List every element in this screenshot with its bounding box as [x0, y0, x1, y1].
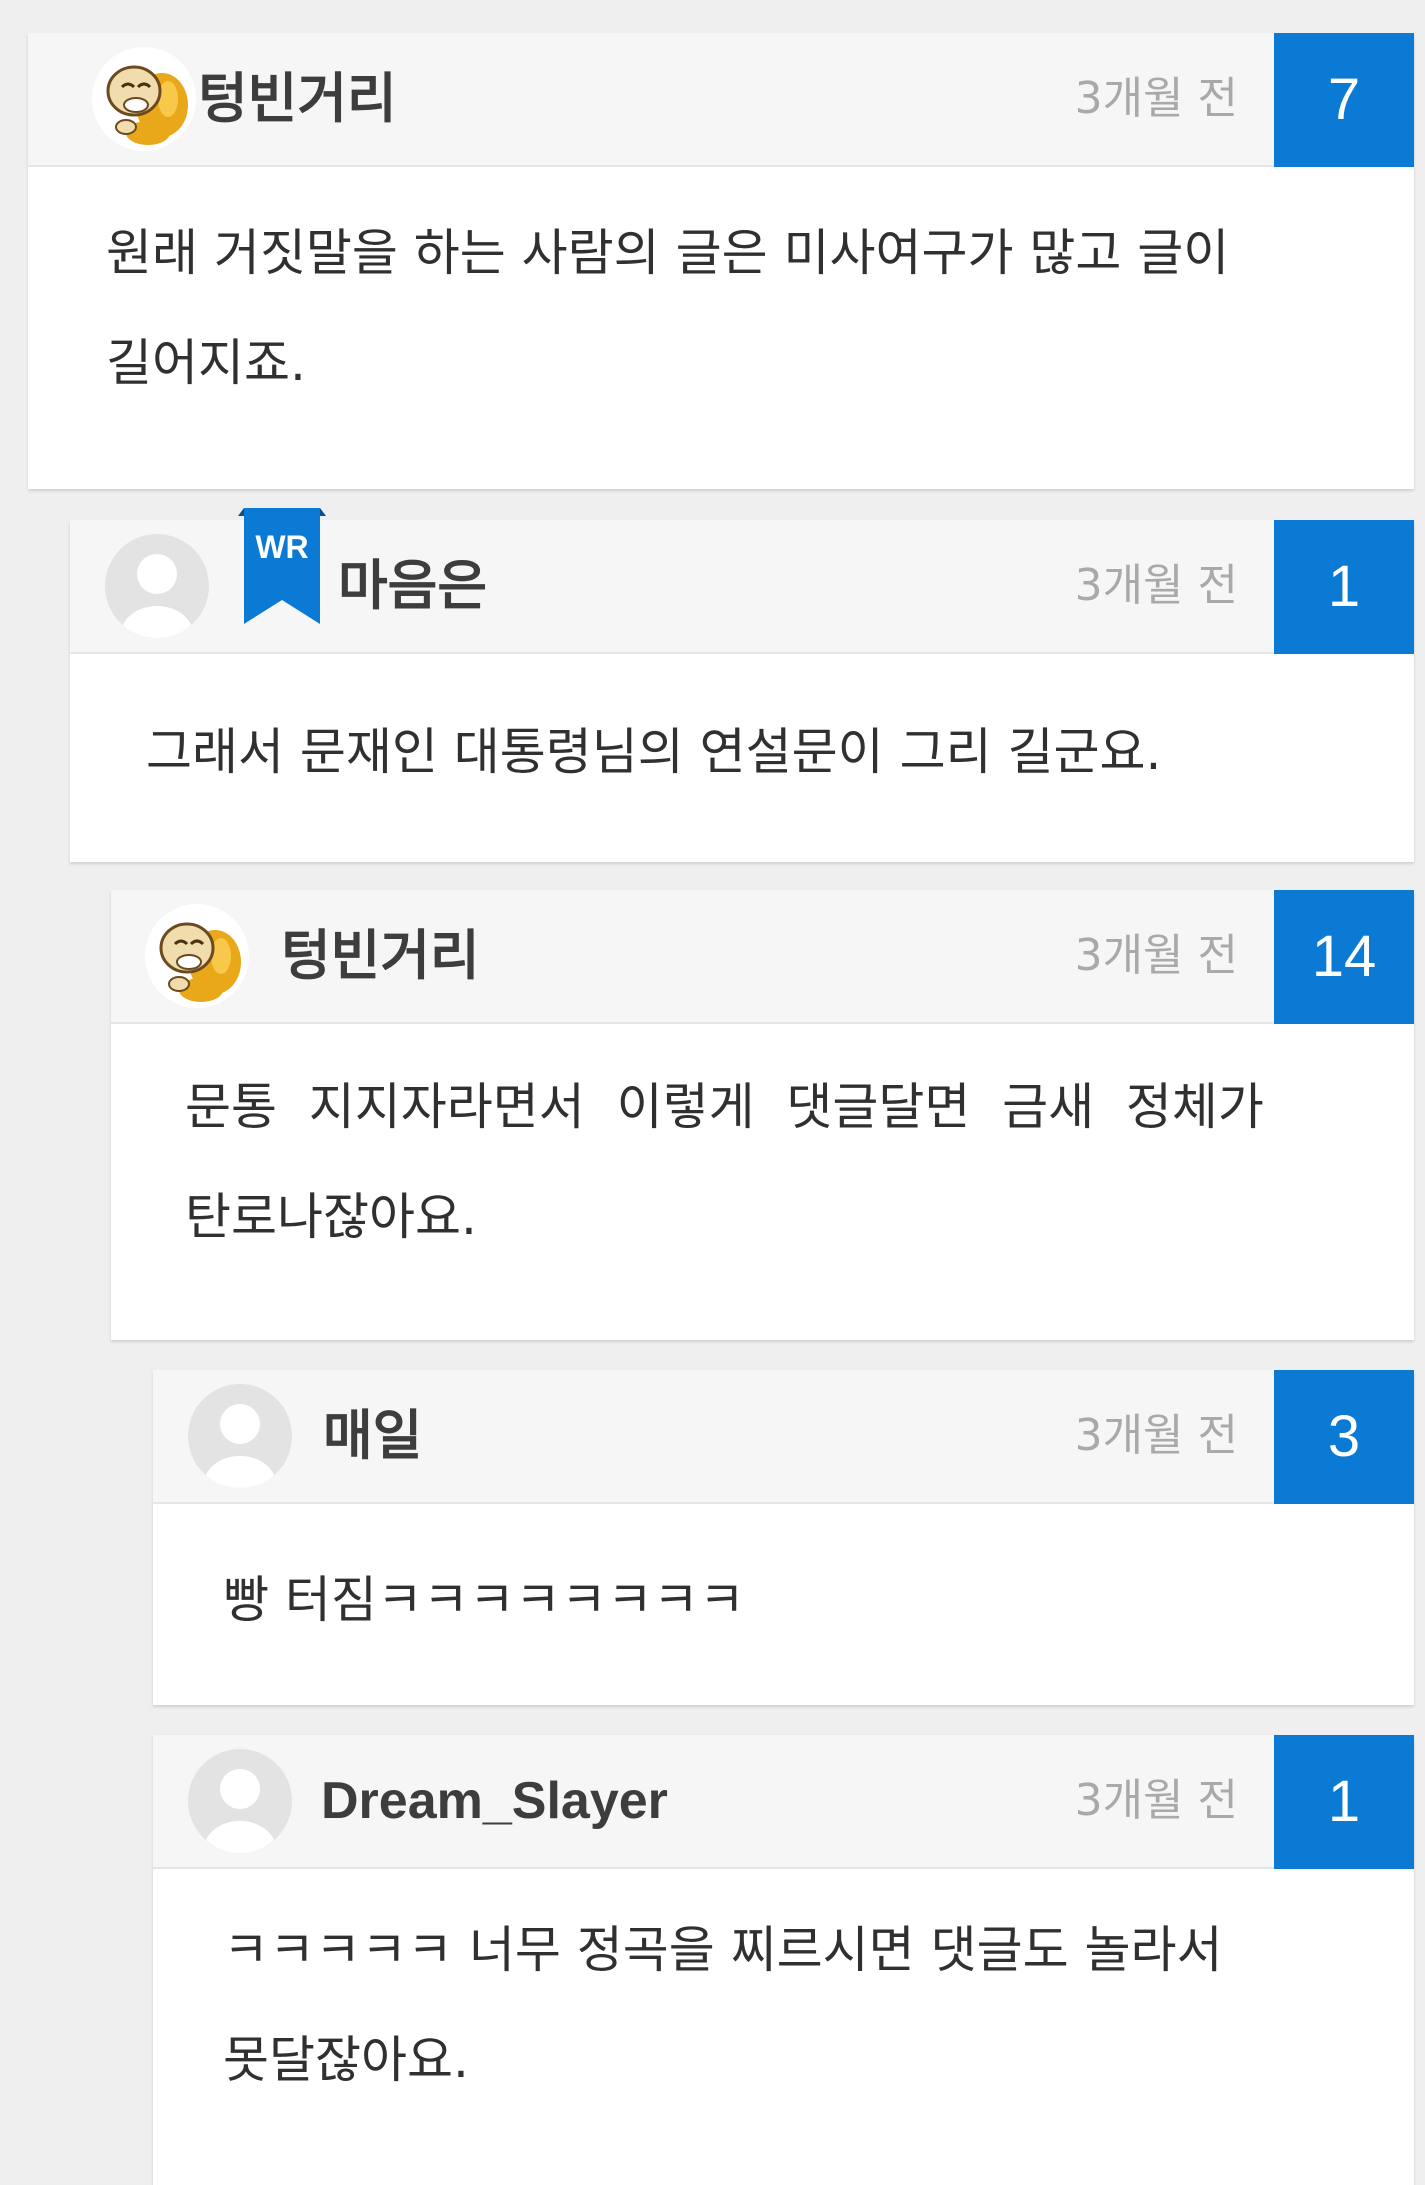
comment-text-line: 문통 지지자라면서 이렇게 댓글달면 금새 정체가	[185, 1078, 1264, 1136]
comment-4: 매일 3개월 전 3 빵 터짐ㅋㅋㅋㅋㅋㅋㅋㅋ	[153, 1370, 1414, 1705]
vote-count-button[interactable]: 1	[1274, 520, 1414, 654]
comment-thread-screen: { "comments": [ { "username": "텅빈거리", "t…	[0, 0, 1425, 2185]
comment-time: 3개월 전	[1074, 1775, 1238, 1826]
default-user-icon[interactable]	[188, 1749, 292, 1853]
comment-time: 3개월 전	[1074, 1410, 1238, 1461]
comment-text-line: 탄로나잖아요.	[185, 1188, 477, 1246]
comment-text-line: 못달잖아요.	[223, 2031, 469, 2089]
vote-count-button[interactable]: 14	[1274, 890, 1414, 1024]
writer-badge-icon: WR	[238, 508, 326, 628]
comment-time: 3개월 전	[1074, 73, 1238, 124]
comment-header: 텅빈거리 3개월 전 14	[111, 890, 1414, 1024]
comment-2: WR 마음은 3개월 전 1 그래서 문재인 대통령님의 연설문이 그리 길군요…	[70, 508, 1414, 862]
vote-count-button[interactable]: 7	[1274, 33, 1414, 167]
username[interactable]: 텅빈거리	[198, 33, 397, 165]
username[interactable]: 텅빈거리	[281, 890, 480, 1022]
comment-1: 텅빈거리 3개월 전 7 원래 거짓말을 하는 사람의 글은 미사여구가 많고 …	[28, 33, 1414, 489]
comment-header: 매일 3개월 전 3	[153, 1370, 1414, 1504]
comment-text-line: 원래 거짓말을 하는 사람의 글은 미사여구가 많고 글이	[106, 224, 1230, 282]
comment-time: 3개월 전	[1074, 560, 1238, 611]
comment-time: 3개월 전	[1074, 930, 1238, 981]
comment-text: 그래서 문재인 대통령님의 연설문이 그리 길군요.	[146, 723, 1162, 781]
default-user-icon[interactable]	[105, 534, 209, 638]
vote-count-button[interactable]: 1	[1274, 1735, 1414, 1869]
default-user-icon[interactable]	[188, 1384, 292, 1488]
comment-body: 원래 거짓말을 하는 사람의 글은 미사여구가 많고 글이 길어지죠.	[106, 198, 1229, 418]
username[interactable]: Dream_Slayer	[321, 1735, 668, 1867]
comment-text: 빵 터짐ㅋㅋㅋㅋㅋㅋㅋㅋ	[223, 1571, 745, 1629]
comment-text-line: 길어지죠.	[106, 334, 306, 392]
writer-badge-label: WR	[255, 529, 308, 565]
vote-count-button[interactable]: 3	[1274, 1370, 1414, 1504]
username[interactable]: 매일	[323, 1370, 422, 1502]
username[interactable]: 마음은	[338, 520, 487, 652]
comment-text-line: ㅋㅋㅋㅋㅋ 너무 정곡을 찌르시면 댓글도 놀라서	[223, 1921, 1223, 1979]
comment-header: WR 마음은 3개월 전 1	[70, 508, 1414, 654]
comment-5: Dream_Slayer 3개월 전 1 ㅋㅋㅋㅋㅋ 너무 정곡을 찌르시면 댓…	[153, 1735, 1414, 2185]
comment-header: Dream_Slayer 3개월 전 1	[153, 1735, 1414, 1869]
comment-header: 텅빈거리 3개월 전 7	[28, 33, 1414, 167]
comment-body: 문통 지지자라면서 이렇게 댓글달면 금새 정체가 탄로나잖아요.	[185, 1052, 1264, 1272]
monk-mascot-icon[interactable]	[92, 47, 196, 151]
comment-3: 텅빈거리 3개월 전 14 문통 지지자라면서 이렇게 댓글달면 금새 정체가 …	[111, 890, 1414, 1340]
comment-body: ㅋㅋㅋㅋㅋ 너무 정곡을 찌르시면 댓글도 놀라서 못달잖아요.	[223, 1895, 1222, 2115]
monk-mascot-icon[interactable]	[145, 904, 249, 1008]
